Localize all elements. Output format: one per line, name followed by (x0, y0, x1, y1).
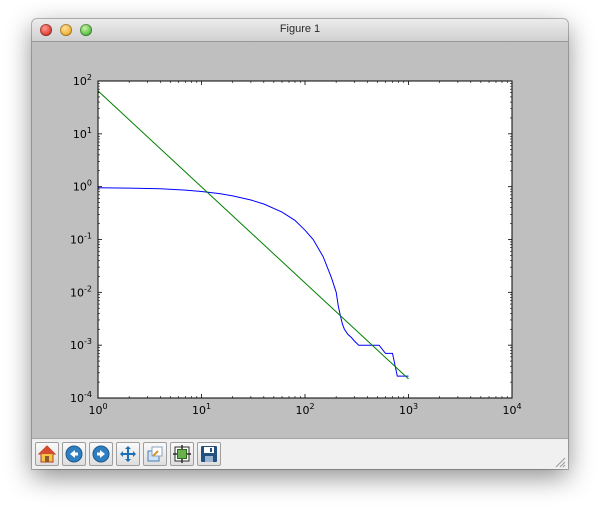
y-tick-label: 10-1 (70, 232, 92, 247)
y-tick-label: 10-4 (70, 390, 92, 405)
pan-button[interactable] (116, 442, 140, 466)
home-button[interactable] (35, 442, 59, 466)
y-tick-label: 102 (73, 73, 92, 88)
back-button[interactable] (62, 442, 86, 466)
y-tick-label: 10-3 (70, 337, 92, 352)
x-tick-label: 102 (295, 402, 314, 417)
figure-window: Figure 1 100 101 102 103 104 10-4 10-3 10-2 10-1… (32, 19, 568, 469)
zoom-rect-button[interactable] (143, 442, 167, 466)
pan-icon (120, 446, 136, 462)
zoom-icon (147, 446, 163, 462)
home-icon (38, 445, 56, 463)
title-bar[interactable]: Figure 1 (32, 19, 568, 42)
x-tick-label: 104 (502, 402, 521, 417)
subplots-button[interactable] (170, 442, 194, 466)
forward-button[interactable] (89, 442, 113, 466)
x-tick-label: 101 (192, 402, 211, 417)
save-button[interactable] (197, 442, 221, 466)
save-icon (201, 446, 217, 462)
navigation-toolbar (32, 438, 568, 469)
x-tick-label: 103 (399, 402, 418, 417)
window-title: Figure 1 (279, 23, 321, 35)
forward-icon (92, 445, 110, 463)
plot-area (98, 81, 512, 398)
subplots-icon (173, 445, 191, 463)
y-tick-label: 10-2 (70, 284, 92, 299)
resize-grip-icon[interactable] (555, 457, 566, 468)
x-tick-label: 100 (88, 402, 107, 417)
plot-canvas[interactable]: 100 101 102 103 104 10-4 10-3 10-2 10-1 100 101 102 (32, 42, 568, 438)
y-tick-label: 101 (73, 126, 92, 141)
y-tick-label: 100 (73, 179, 92, 194)
back-icon (65, 445, 83, 463)
